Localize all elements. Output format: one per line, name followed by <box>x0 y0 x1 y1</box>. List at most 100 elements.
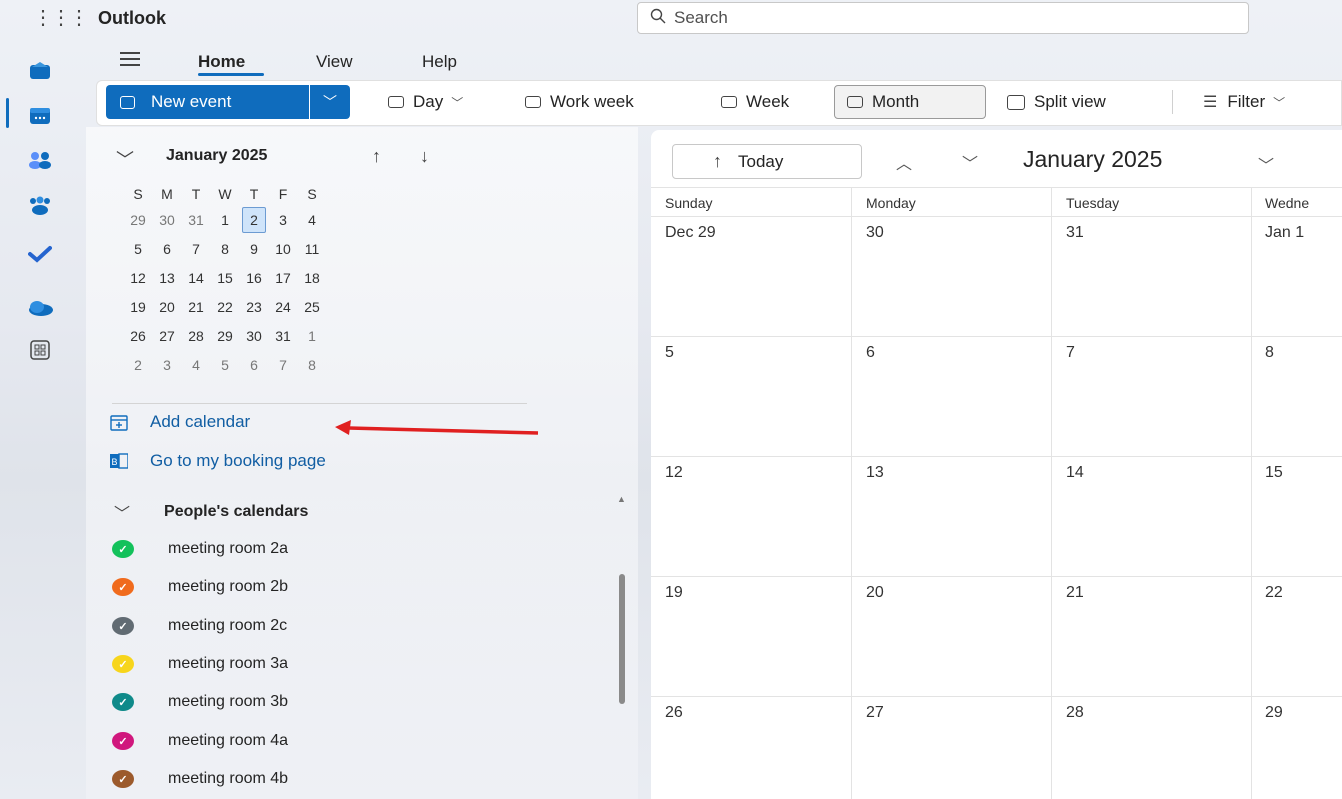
mini-day[interactable]: 24 <box>271 299 295 315</box>
sidebar-scrollbar[interactable] <box>619 574 625 704</box>
day-cell-label[interactable]: 15 <box>1265 464 1283 482</box>
mini-day[interactable]: 8 <box>300 357 324 373</box>
mini-day[interactable]: 26 <box>126 328 150 344</box>
tab-home[interactable]: Home <box>198 52 245 72</box>
chevron-down-icon[interactable]: ﹀ <box>1258 152 1274 176</box>
day-cell-label[interactable]: 27 <box>866 704 884 722</box>
mini-day[interactable]: 9 <box>242 241 266 257</box>
day-cell-label[interactable]: 13 <box>866 464 884 482</box>
day-cell-label[interactable]: 30 <box>866 224 884 242</box>
mini-day[interactable]: 2 <box>126 357 150 373</box>
day-cell-label[interactable]: 6 <box>866 344 875 362</box>
add-calendar-link[interactable]: Add calendar <box>110 412 250 432</box>
day-cell-label[interactable]: 22 <box>1265 584 1283 602</box>
day-cell-label[interactable]: 19 <box>665 584 683 602</box>
app-launcher-icon[interactable]: ⋮⋮⋮ <box>33 8 89 28</box>
mail-icon[interactable] <box>26 56 54 84</box>
search-box[interactable]: Search <box>637 2 1249 34</box>
mini-day[interactable]: 7 <box>271 357 295 373</box>
new-event-button[interactable]: New event <box>106 85 309 119</box>
calendar-item-meeting-room-3a[interactable]: ✓ meeting room 3a <box>112 655 288 673</box>
mini-day[interactable]: 30 <box>242 328 266 344</box>
scroll-up-icon[interactable]: ▲ <box>617 494 626 504</box>
mini-day[interactable]: 6 <box>242 357 266 373</box>
mini-day[interactable]: 31 <box>271 328 295 344</box>
mini-day[interactable]: 13 <box>155 270 179 286</box>
day-cell-label[interactable]: Jan 1 <box>1265 224 1304 242</box>
mini-day[interactable]: 16 <box>242 270 266 286</box>
day-cell-label[interactable]: 7 <box>1066 344 1075 362</box>
mini-day[interactable]: 17 <box>271 270 295 286</box>
day-cell-label[interactable]: 20 <box>866 584 884 602</box>
mini-day[interactable]: 27 <box>155 328 179 344</box>
mini-day[interactable]: 3 <box>271 212 295 228</box>
mini-day[interactable]: 21 <box>184 299 208 315</box>
mini-calendar-prev-icon[interactable]: ↑ <box>372 146 381 167</box>
calendar-item-meeting-room-4a[interactable]: ✓ meeting room 4a <box>112 732 288 750</box>
split-view-button[interactable]: Split view <box>1007 85 1106 119</box>
hamburger-menu-icon[interactable] <box>120 52 140 70</box>
mini-day[interactable]: 18 <box>300 270 324 286</box>
mini-day[interactable]: 22 <box>213 299 237 315</box>
mini-day[interactable]: 20 <box>155 299 179 315</box>
mini-day[interactable]: 28 <box>184 328 208 344</box>
day-cell-label[interactable]: 14 <box>1066 464 1084 482</box>
day-cell-label[interactable]: 29 <box>1265 704 1283 722</box>
calendar-item-meeting-room-3b[interactable]: ✓ meeting room 3b <box>112 693 288 711</box>
day-cell-label[interactable]: Dec 29 <box>665 224 716 242</box>
onedrive-icon[interactable] <box>26 294 54 322</box>
new-event-dropdown-button[interactable]: ﹀ <box>310 85 350 119</box>
mini-day[interactable]: 29 <box>213 328 237 344</box>
calendar-icon[interactable] <box>26 102 54 130</box>
tab-view[interactable]: View <box>316 52 353 72</box>
mini-day[interactable]: 31 <box>184 212 208 228</box>
mini-day[interactable]: 4 <box>184 357 208 373</box>
mini-day-selected[interactable]: 2 <box>242 206 266 233</box>
mini-day[interactable]: 15 <box>213 270 237 286</box>
mini-day[interactable]: 4 <box>300 212 324 228</box>
mini-day[interactable]: 25 <box>300 299 324 315</box>
previous-month-icon[interactable]: ︿ <box>896 150 912 174</box>
filter-button[interactable]: ☰ Filter ﹀ <box>1203 85 1285 119</box>
day-cell-label[interactable]: 28 <box>1066 704 1084 722</box>
week-view-button[interactable]: Week <box>721 85 789 119</box>
mini-day[interactable]: 1 <box>213 212 237 228</box>
day-view-button[interactable]: Day ﹀ <box>388 85 463 119</box>
calendar-item-meeting-room-4b[interactable]: ✓ meeting room 4b <box>112 770 288 788</box>
people-icon[interactable] <box>26 146 54 174</box>
mini-day[interactable]: 1 <box>300 328 324 344</box>
mini-day[interactable]: 3 <box>155 357 179 373</box>
mini-calendar-collapse-icon[interactable]: ﹀ <box>116 146 134 172</box>
mini-calendar-next-icon[interactable]: ↓ <box>420 146 429 167</box>
calendar-title[interactable]: January 2025 <box>1023 146 1162 173</box>
day-cell-label[interactable]: 26 <box>665 704 683 722</box>
mini-day[interactable]: 8 <box>213 241 237 257</box>
tab-help[interactable]: Help <box>422 52 457 72</box>
day-cell-label[interactable]: 8 <box>1265 344 1274 362</box>
mini-day[interactable]: 23 <box>242 299 266 315</box>
to-do-icon[interactable] <box>26 240 54 268</box>
mini-day[interactable]: 10 <box>271 241 295 257</box>
day-cell-label[interactable]: 21 <box>1066 584 1084 602</box>
groups-icon[interactable] <box>26 192 54 220</box>
mini-day[interactable]: 7 <box>184 241 208 257</box>
day-cell-label[interactable]: 5 <box>665 344 674 362</box>
calendar-item-meeting-room-2b[interactable]: ✓ meeting room 2b <box>112 578 288 596</box>
month-view-button[interactable]: Month <box>834 85 986 119</box>
booking-page-link[interactable]: B Go to my booking page <box>110 451 326 471</box>
day-cell-label[interactable]: 31 <box>1066 224 1084 242</box>
day-cell-label[interactable]: 12 <box>665 464 683 482</box>
mini-day[interactable]: 30 <box>155 212 179 228</box>
mini-day[interactable]: 29 <box>126 212 150 228</box>
today-button[interactable]: ↑ Today <box>672 144 862 179</box>
mini-day[interactable]: 14 <box>184 270 208 286</box>
mini-day[interactable]: 5 <box>126 241 150 257</box>
next-month-icon[interactable]: ﹀ <box>962 150 978 174</box>
mini-day[interactable]: 11 <box>300 241 324 257</box>
more-apps-icon[interactable] <box>26 336 54 364</box>
peoples-calendars-header[interactable]: ﹀ People's calendars <box>114 500 308 524</box>
mini-day[interactable]: 6 <box>155 241 179 257</box>
work-week-view-button[interactable]: Work week <box>525 85 634 119</box>
mini-day[interactable]: 19 <box>126 299 150 315</box>
mini-day[interactable]: 12 <box>126 270 150 286</box>
